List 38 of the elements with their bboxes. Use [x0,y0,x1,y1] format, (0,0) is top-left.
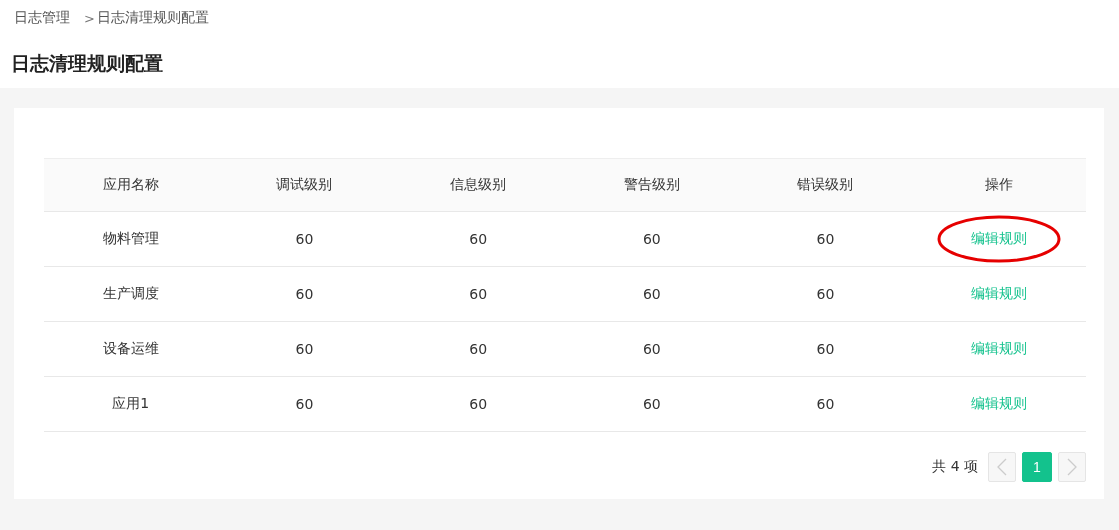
page-button[interactable]: 1 [1022,452,1052,482]
table-cell: 60 [564,266,739,322]
table-cell: 60 [738,266,913,322]
breadcrumb-separator: > [84,10,95,26]
table-cell: 60 [217,376,392,432]
column-header: 应用名称 [44,158,218,212]
edit-rule-link[interactable]: 编辑规则 [971,285,1028,301]
total-count: 共 4 项 [932,458,978,476]
chevron-left-icon [997,458,1007,476]
table-cell: 60 [391,376,565,432]
table-cell: 60 [217,266,392,322]
column-header: 错误级别 [738,158,913,212]
table-cell: 生产调度 [44,266,218,322]
chevron-right-icon [1067,458,1077,476]
table-cell: 60 [391,211,565,267]
table-cell: 60 [564,376,739,432]
page-title: 日志清理规则配置 [11,51,164,76]
table-cell: 60 [564,211,739,267]
column-header: 警告级别 [564,158,739,212]
table-cell: 60 [564,321,739,377]
column-header: 操作 [912,158,1086,212]
breadcrumb-item[interactable]: 日志清理规则配置 [96,9,209,27]
table-cell: 60 [738,321,913,377]
table-cell: 物料管理 [44,211,218,267]
table-cell: 60 [217,211,392,267]
table-cell: 60 [391,266,565,322]
column-header: 调试级别 [217,158,392,212]
table-cell: 60 [391,321,565,377]
table-cell: 60 [738,376,913,432]
table-cell: 设备运维 [44,321,218,377]
table-cell: 60 [217,321,392,377]
table-cell: 60 [738,211,913,267]
column-header: 信息级别 [391,158,565,212]
edit-rule-link[interactable]: 编辑规则 [971,230,1028,246]
edit-rule-link[interactable]: 编辑规则 [971,340,1028,356]
table-cell: 应用1 [44,376,218,432]
breadcrumb-item[interactable]: 日志管理 [14,9,70,27]
edit-rule-link[interactable]: 编辑规则 [971,395,1028,411]
